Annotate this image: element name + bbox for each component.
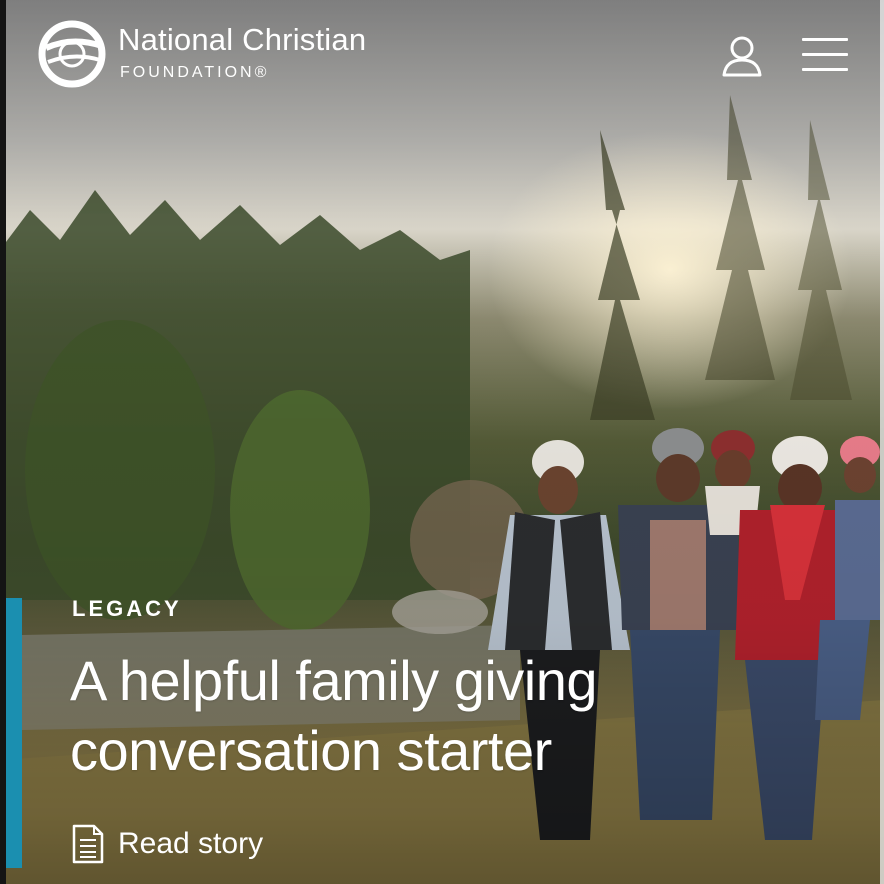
story-title[interactable]: A helpful family giving conversation sta… [70,646,790,786]
hamburger-menu-icon[interactable] [802,38,848,74]
menu-line [802,53,848,56]
user-icon[interactable] [720,34,764,78]
read-story-label: Read story [118,827,264,860]
menu-line [802,68,848,71]
read-story-link[interactable]: Read story [72,824,263,864]
category-label[interactable]: LEGACY [72,596,182,622]
brand-name[interactable]: National Christian [118,22,366,58]
document-icon [72,824,104,864]
right-edge [880,0,884,884]
ncf-logo-icon[interactable] [36,18,108,90]
brand-subtitle: FOUNDATION® [120,64,270,81]
menu-line [802,38,848,41]
accent-bar [6,598,22,868]
